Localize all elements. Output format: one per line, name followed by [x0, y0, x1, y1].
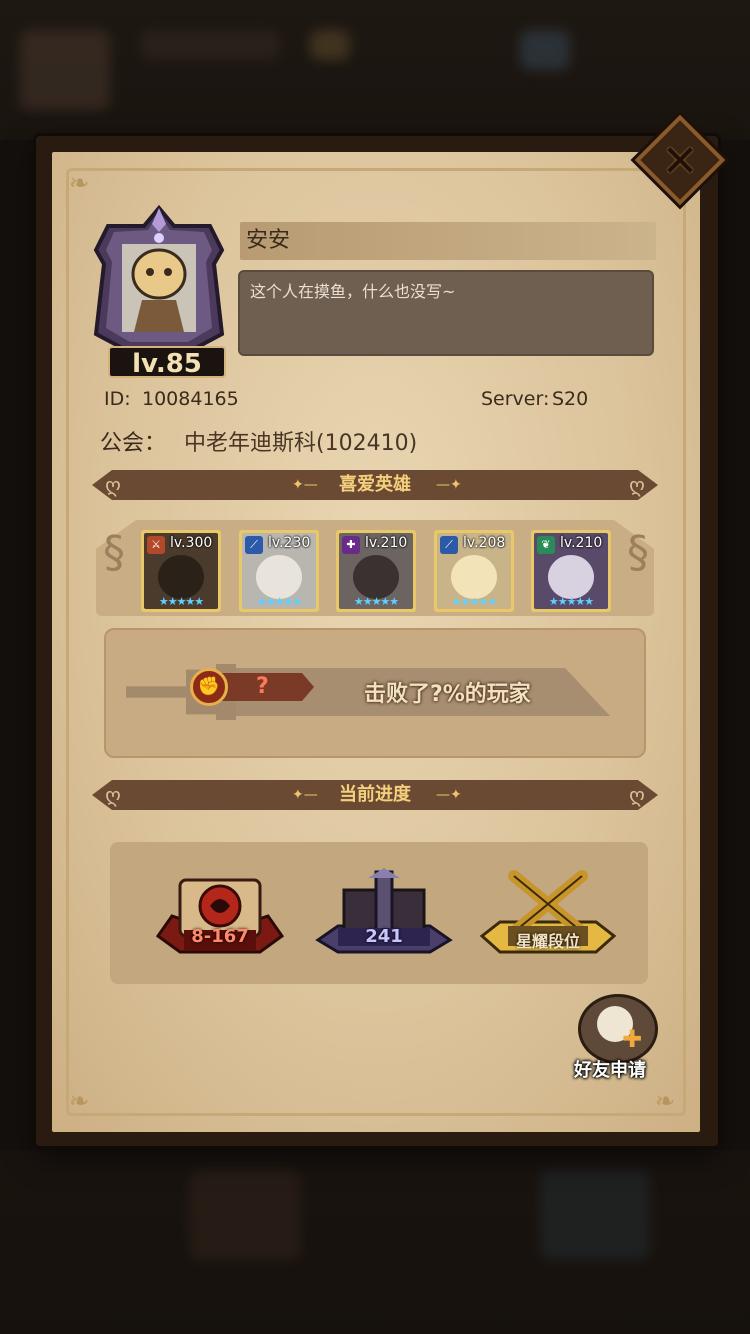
player-name: 安安: [246, 228, 291, 253]
hero-portrait: ⟋ lv.230 ★★★★★: [242, 533, 316, 609]
sword-icon: ⟋: [245, 536, 263, 554]
hero-face: [451, 555, 497, 599]
healer-icon: ✚: [342, 536, 360, 554]
server-value: S20: [552, 388, 589, 410]
scroll-ornament-icon: §: [627, 527, 649, 578]
player-avatar[interactable]: [92, 204, 226, 352]
player-signature: 这个人在摸鱼，什么也没写~: [250, 282, 456, 301]
hero-card[interactable]: ⟋ lv.208 ★★★★★: [434, 530, 514, 612]
hero-card[interactable]: ✚ lv.210 ★★★★★: [336, 530, 416, 612]
scroll-ornament-icon: §: [103, 527, 125, 578]
hero-level: lv.230: [268, 535, 311, 551]
hero-stars: ★★★★★: [451, 595, 497, 608]
player-name-bar: [240, 222, 656, 260]
corner-ornament: ❧: [654, 1087, 676, 1115]
player-level-badge: lv.85: [108, 346, 226, 379]
guild-label: 公会：: [100, 431, 167, 456]
corner-ornament: ❧: [68, 1087, 90, 1115]
add-friend-plus-icon: ✚: [621, 1025, 643, 1053]
hero-face: [256, 555, 302, 599]
hero-stars: ★★★★★: [158, 595, 204, 608]
sword-icon: ⟋: [440, 536, 458, 554]
warrior-icon: ⚔: [147, 536, 165, 554]
hero-portrait: ✚ lv.210 ★★★★★: [339, 533, 413, 609]
current-progress-title: 当前进度: [339, 784, 411, 805]
hero-card[interactable]: ❦ lv.210 ★★★★★: [531, 530, 611, 612]
close-icon[interactable]: ✕: [658, 140, 702, 184]
corner-ornament: ❧: [68, 169, 90, 197]
guild-name[interactable]: 中老年迪斯科(102410): [184, 425, 417, 457]
rank-progress-value: 星耀段位: [515, 932, 580, 951]
hero-portrait: ❦ lv.210 ★★★★★: [534, 533, 608, 609]
hero-portrait: ⚔ lv.300 ★★★★★: [144, 533, 218, 609]
hero-card[interactable]: ⚔ lv.300 ★★★★★: [141, 530, 221, 612]
hero-face: [353, 555, 399, 599]
hero-level: lv.210: [365, 535, 408, 551]
fist-icon: ✊: [190, 668, 228, 706]
tower-progress-value: 241: [365, 926, 403, 947]
hero-face: [548, 555, 594, 599]
player-id-label: ID:: [104, 388, 131, 410]
hero-portrait: ⟋ lv.208 ★★★★★: [437, 533, 511, 609]
campaign-progress-value: 8-167: [191, 926, 249, 947]
friend-request-label[interactable]: 好友申请: [574, 1056, 646, 1082]
server-label: Server:: [481, 388, 550, 410]
hero-level: lv.208: [463, 535, 506, 551]
hero-level: lv.300: [170, 535, 213, 551]
hero-face: [158, 555, 204, 599]
nature-icon: ❦: [537, 536, 555, 554]
defeat-rank-value: ?: [256, 674, 269, 699]
hero-card[interactable]: ⟋ lv.230 ★★★★★: [239, 530, 319, 612]
hero-stars: ★★★★★: [548, 595, 594, 608]
hero-stars: ★★★★★: [353, 595, 399, 608]
hero-stars: ★★★★★: [256, 595, 302, 608]
hero-level: lv.210: [560, 535, 603, 551]
player-id-value: 10084165: [142, 388, 239, 410]
defeat-percentage-text: 击败了?%的玩家: [364, 682, 531, 707]
favorite-heroes-title: 喜爱英雄: [339, 474, 411, 495]
